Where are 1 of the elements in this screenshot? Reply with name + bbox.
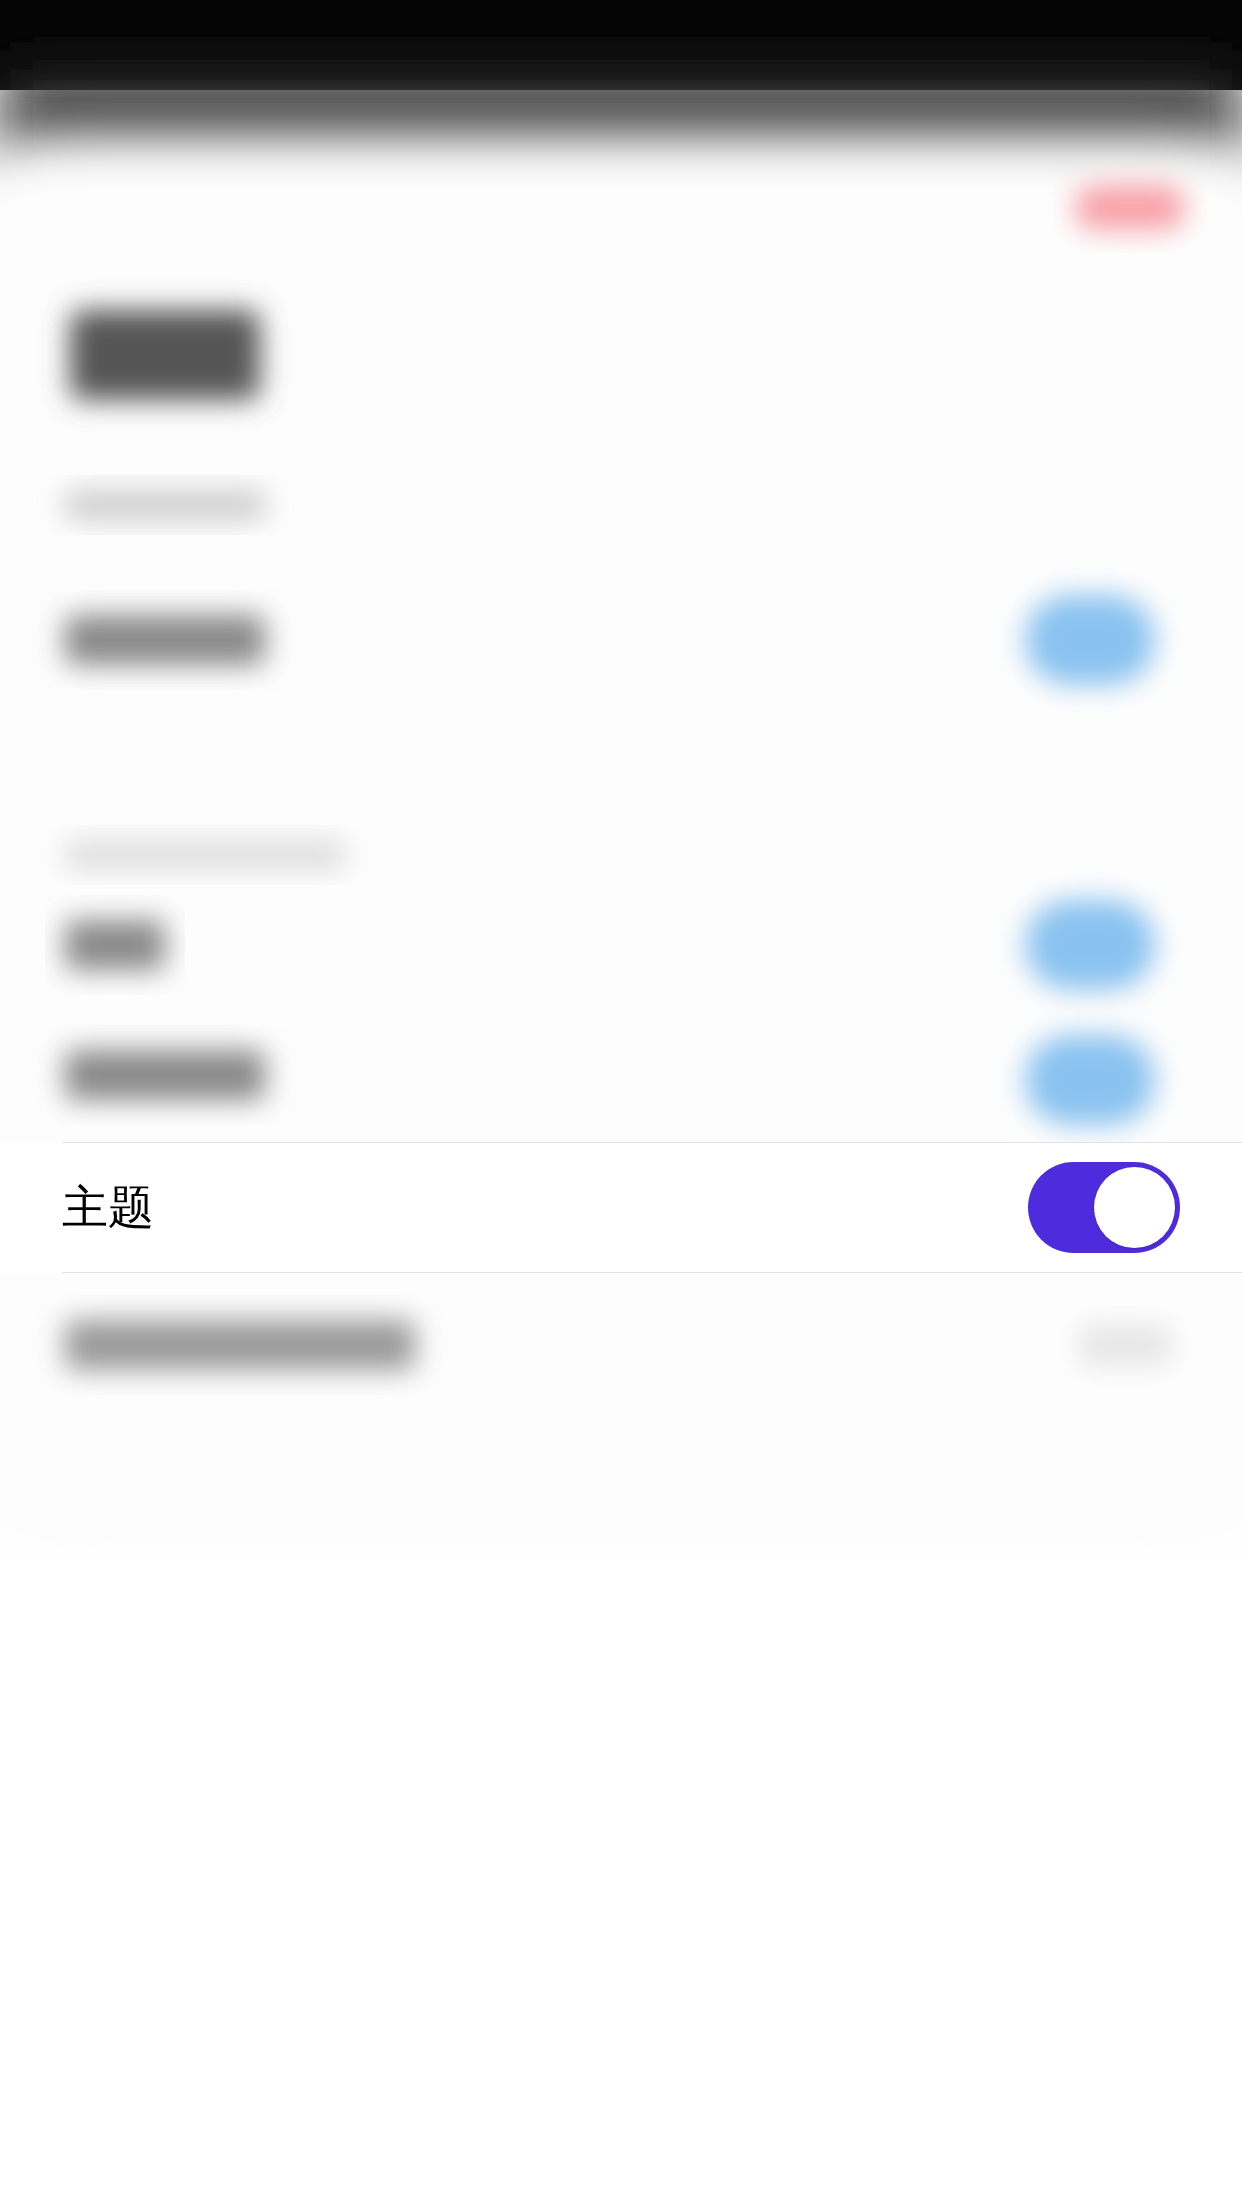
setting-label: 主题 [62,1180,154,1235]
